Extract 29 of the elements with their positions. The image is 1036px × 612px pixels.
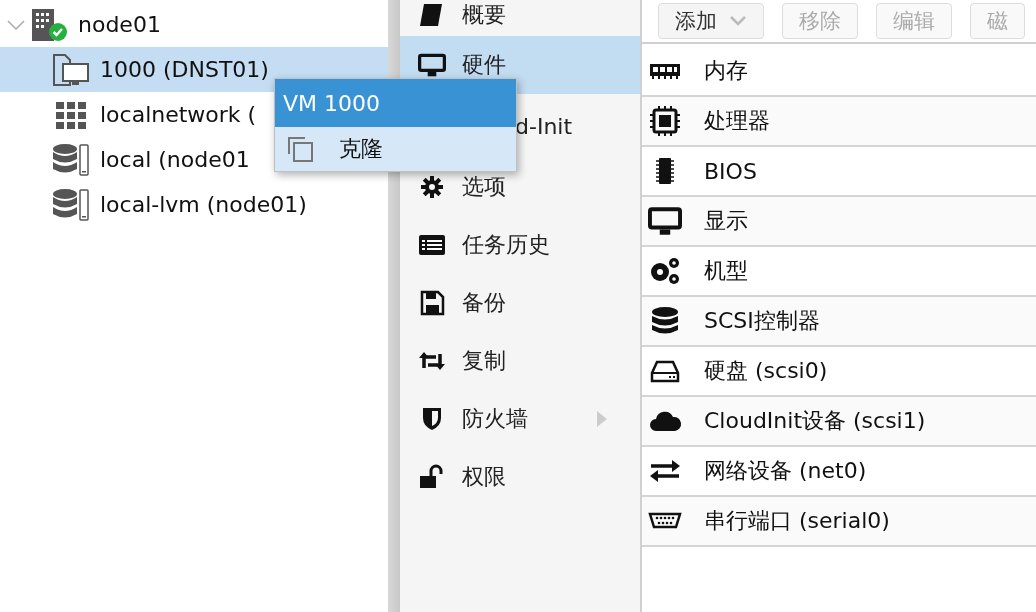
chevron-down-icon[interactable] [6, 17, 26, 32]
menu-title: VM 1000 [275, 79, 516, 127]
nav-item[interactable]: 任务历史 [400, 216, 640, 274]
gear-icon [418, 174, 446, 200]
nav-item[interactable]: 权限 [400, 448, 640, 506]
monitor-icon [418, 52, 446, 78]
nav-item[interactable]: 概要 [400, 0, 640, 36]
building-icon [30, 7, 68, 42]
copy-icon [285, 134, 315, 164]
hardware-row[interactable]: CloudInit设备 (scsi1) [642, 397, 1036, 447]
nav-item[interactable]: 复制 [400, 332, 640, 390]
list-icon [418, 232, 446, 258]
nav-item[interactable]: 备份 [400, 274, 640, 332]
nav-item[interactable]: 防火墙 [400, 390, 640, 448]
hardware-row[interactable]: 显示 [642, 197, 1036, 247]
computer-icon [52, 52, 90, 87]
hardware-row[interactable]: SCSI控制器 [642, 297, 1036, 347]
hardware-row[interactable]: 串行端口 (serial0) [642, 497, 1036, 547]
monitor-icon [648, 206, 682, 236]
cpu-icon [648, 106, 682, 136]
tree-item[interactable]: 1000 (DNST01) [0, 47, 388, 92]
database-icon [52, 142, 90, 177]
database-icon [52, 187, 90, 222]
add-dropdown-button[interactable]: 添加 [658, 3, 764, 39]
unlock-icon [418, 464, 446, 490]
hardware-row[interactable]: 处理器 [642, 97, 1036, 147]
tree-item[interactable]: local-lvm (node01) [0, 182, 388, 227]
menu-item[interactable]: 克隆 [275, 127, 516, 171]
tree-item[interactable]: node01 [0, 2, 388, 47]
